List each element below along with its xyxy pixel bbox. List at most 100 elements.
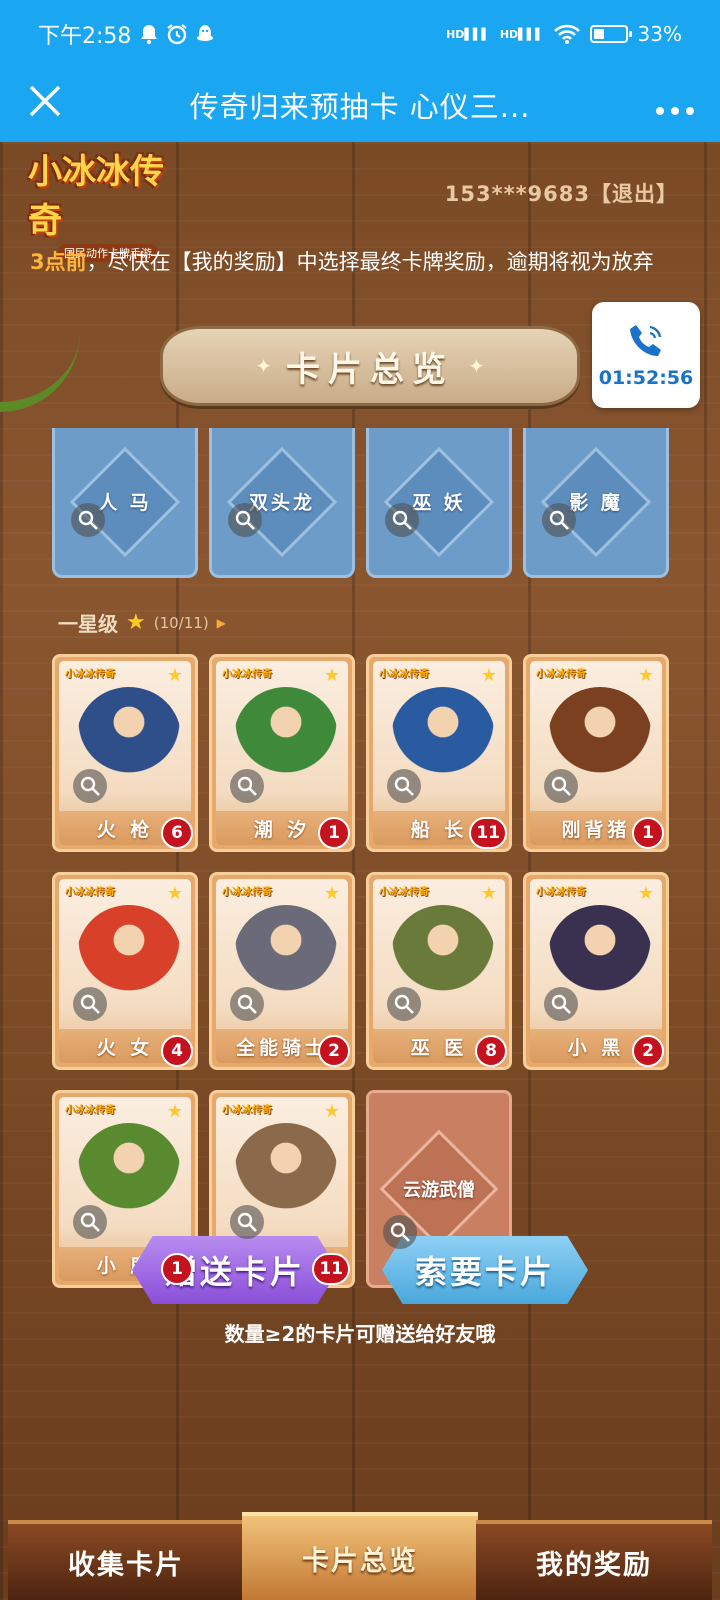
card-count-badge: 1: [632, 817, 664, 849]
page-title: 传奇归来预抽卡 心仪三...: [189, 90, 531, 124]
back-card-row: 人 马 双头龙 巫 妖 影 魔: [52, 428, 669, 578]
star-icon: ★: [323, 883, 340, 904]
magnifier-icon[interactable]: [385, 503, 419, 537]
vine-decoration: [0, 332, 80, 412]
card-count-badge: 1: [318, 817, 350, 849]
game-logo: 小冰冰传奇 国民动作卡牌手游: [28, 152, 188, 262]
sparkle-icon: ✦: [468, 354, 485, 378]
card-mini-logo: 小冰冰传奇: [222, 887, 272, 898]
card-back[interactable]: 双头龙: [209, 428, 355, 578]
card-count-badge: 8: [475, 1035, 507, 1067]
star-icon: ★: [637, 665, 654, 686]
alarm-icon: [167, 24, 188, 45]
card-mini-logo: 小冰冰传奇: [379, 887, 429, 898]
tier-label: 一星级: [58, 612, 118, 636]
hero-card[interactable]: 小冰冰传奇 ★ 潮 汐1: [209, 654, 355, 852]
star-icon: ★: [637, 883, 654, 904]
star-icon: ★: [480, 665, 497, 686]
card-count-badge: 4: [161, 1035, 193, 1067]
bell-icon: [141, 25, 158, 45]
hero-card[interactable]: 小冰冰传奇 ★ 小 鹿1: [52, 1090, 198, 1288]
star-icon: ★: [323, 665, 340, 686]
tab-collect-cards[interactable]: 收集卡片: [8, 1520, 244, 1600]
magnifier-icon[interactable]: [73, 1205, 107, 1239]
system-status: HD▌▌▌ HD▌▌▌ 33%: [446, 22, 682, 46]
star-icon: ★: [166, 1101, 183, 1122]
magnifier-icon[interactable]: [230, 987, 264, 1021]
banner-title: 卡片总览: [286, 349, 454, 390]
bottom-tab-bar: 收集卡片 卡片总览 我的奖励: [0, 1492, 720, 1600]
hero-card[interactable]: 小冰冰传奇 ★ 火 女4: [52, 872, 198, 1070]
tab-my-rewards[interactable]: 我的奖励: [476, 1520, 712, 1600]
account-logout-link[interactable]: 153***9683【退出】: [445, 178, 678, 208]
section-banner: ✦ 卡片总览 ✦: [160, 326, 580, 406]
magnifier-icon[interactable]: [544, 769, 578, 803]
hero-card[interactable]: 小冰冰传奇 ★ 小 黑2: [523, 872, 669, 1070]
card-mini-logo: 小冰冰传奇: [379, 669, 429, 680]
clock: 下午2:58: [38, 24, 132, 49]
star-icon: ★: [166, 883, 183, 904]
card-count-badge: 2: [632, 1035, 664, 1067]
star-icon: ★: [480, 883, 497, 904]
magnifier-icon[interactable]: [73, 769, 107, 803]
status-bar: 下午2:58 HD▌▌▌ HD▌▌▌ 33%: [0, 0, 720, 68]
card-mini-logo: 小冰冰传奇: [65, 1105, 115, 1116]
card-name: 巫 妖: [412, 492, 466, 514]
magnifier-icon[interactable]: [71, 503, 105, 537]
card-mini-logo: 小冰冰传奇: [536, 669, 586, 680]
card-mini-logo: 小冰冰传奇: [222, 669, 272, 680]
tier-count: (10/11): [153, 613, 209, 632]
request-card-button[interactable]: 索要卡片: [382, 1236, 588, 1304]
magnifier-icon[interactable]: [387, 987, 421, 1021]
star-icon: ★: [166, 665, 183, 686]
notice-highlight: 3点前: [30, 250, 87, 274]
magnifier-icon[interactable]: [544, 987, 578, 1021]
card-count-badge: 6: [161, 817, 193, 849]
star-icon: ★: [323, 1101, 340, 1122]
hero-card[interactable]: 小冰冰传奇 ★ 火 枪6: [52, 654, 198, 852]
battery-level: 33%: [637, 22, 682, 46]
tier-heading[interactable]: 一星级 ★ (10/11) ▶: [58, 608, 226, 637]
notice-marquee: 3点前，尽快在【我的奖励】中选择最终卡牌奖励，逾期将视为放弃: [30, 246, 690, 280]
triangle-right-icon: ▶: [216, 615, 226, 630]
card-back[interactable]: 巫 妖: [366, 428, 512, 578]
magnifier-icon[interactable]: [73, 987, 107, 1021]
magnifier-icon[interactable]: [383, 1215, 417, 1249]
card-back[interactable]: 影 魔: [523, 428, 669, 578]
card-count-badge: 11: [312, 1253, 350, 1285]
battery-icon: [589, 25, 632, 43]
hero-card[interactable]: 小冰冰传奇 ★ 全能骑士 2: [209, 872, 355, 1070]
call-timer: 01:52:56: [598, 367, 694, 389]
card-count-badge: 11: [469, 817, 507, 849]
signal-icon: HD▌▌▌: [446, 27, 490, 41]
magnifier-icon[interactable]: [230, 1205, 264, 1239]
signal-icon-2: HD▌▌▌: [499, 27, 544, 41]
card-mini-logo: 小冰冰传奇: [65, 887, 115, 898]
magnifier-icon[interactable]: [542, 503, 576, 537]
close-icon[interactable]: [0, 82, 90, 128]
hero-card[interactable]: 小冰冰传奇 ★ 船 长 11: [366, 654, 512, 852]
qq-icon: [197, 25, 214, 41]
gift-hint: 数量≥2的卡片可赠送给好友哦: [224, 1322, 496, 1346]
card-back[interactable]: 人 马: [52, 428, 198, 578]
sparkle-icon: ✦: [255, 354, 272, 378]
card-name: 云游武僧: [403, 1180, 475, 1201]
hero-card[interactable]: 小冰冰传奇 ★ 巫 医8: [366, 872, 512, 1070]
star-icon: ★: [126, 610, 146, 635]
card-count-badge: 2: [318, 1035, 350, 1067]
call-floating-widget[interactable]: 01:52:56: [592, 302, 700, 408]
magnifier-icon[interactable]: [387, 769, 421, 803]
magnifier-icon[interactable]: [228, 503, 262, 537]
magnifier-icon[interactable]: [230, 769, 264, 803]
tab-card-overview[interactable]: 卡片总览: [242, 1512, 478, 1600]
content-area: 小冰冰传奇 国民动作卡牌手游 153***9683【退出】 3点前，尽快在【我的…: [0, 142, 720, 1600]
card-count-badge: 1: [161, 1253, 193, 1285]
card-mini-logo: 小冰冰传奇: [222, 1105, 272, 1116]
wifi-icon: [553, 24, 580, 44]
notification-icons: [139, 22, 215, 46]
logo-title: 小冰冰传奇: [28, 152, 164, 241]
more-icon[interactable]: [630, 85, 720, 125]
hero-card-row: 小冰冰传奇 ★ 火 女 4 小冰冰传奇 ★ 全能骑士 2 小冰冰传奇 ★ 巫 医 8 小冰冰传奇 ★ 小 黑…: [52, 872, 669, 1070]
hero-card[interactable]: 小冰冰传奇 ★ 刚背猪 1: [523, 654, 669, 852]
hero-card-row: 小冰冰传奇 ★ 火 枪 6 小冰冰传奇 ★ 潮 汐 1 小冰冰传奇 ★ 船 长 11 小冰冰传奇 ★ 刚背猪…: [52, 654, 669, 852]
